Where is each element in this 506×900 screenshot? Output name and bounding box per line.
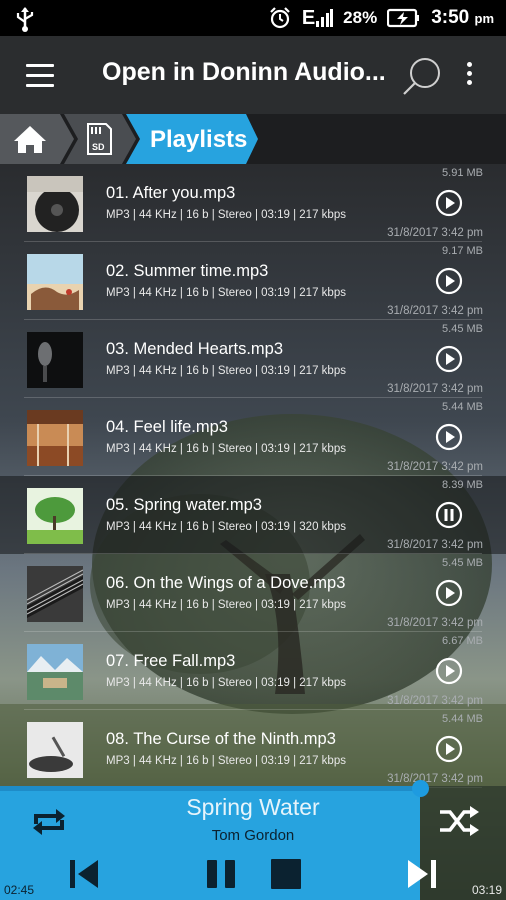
album-art: [27, 332, 83, 388]
total-time: 03:19: [471, 883, 502, 897]
track-meta: MP3 | 44 KHz | 16 b | Stereo | 03:19 | 2…: [106, 365, 346, 377]
next-icon[interactable]: [406, 858, 438, 890]
album-art: [27, 488, 83, 544]
network-type: E: [301, 6, 316, 29]
track-date: 31/8/2017 3:42 pm: [387, 383, 483, 395]
play-track-icon[interactable]: [435, 189, 463, 222]
search-icon[interactable]: [402, 56, 442, 96]
app-bar: Open in Doninn Audio...: [0, 36, 506, 114]
track-name: 08. The Curse of the Ninth.mp3: [106, 730, 336, 748]
track-date: 31/8/2017 3:42 pm: [387, 461, 483, 473]
track-name: 05. Spring water.mp3: [106, 496, 262, 514]
track-date: 31/8/2017 3:42 pm: [387, 617, 483, 629]
previous-icon[interactable]: [68, 858, 100, 890]
usb-icon: [16, 7, 34, 32]
now-playing-title: Spring Water: [186, 794, 320, 820]
track-name: 07. Free Fall.mp3: [106, 652, 236, 670]
track-name: 02. Summer time.mp3: [106, 262, 269, 280]
play-track-icon[interactable]: [435, 423, 463, 456]
track-date: 31/8/2017 3:42 pm: [387, 539, 483, 551]
album-art: [27, 566, 83, 622]
breadcrumb: SD Playlists: [0, 114, 506, 164]
track-meta: MP3 | 44 KHz | 16 b | Stereo | 03:19 | 2…: [106, 287, 346, 299]
stop-icon[interactable]: [270, 858, 302, 890]
track-name: 03. Mended Hearts.mp3: [106, 340, 284, 358]
album-art: [27, 254, 83, 310]
track-date: 31/8/2017 3:42 pm: [387, 773, 483, 785]
pause-track-icon[interactable]: [435, 501, 463, 534]
now-playing-artist: Tom Gordon: [211, 827, 295, 844]
track-row[interactable]: 02. Summer time.mp3 MP3 | 44 KHz | 16 b |…: [0, 242, 506, 320]
play-track-icon[interactable]: [435, 345, 463, 378]
play-track-icon[interactable]: [435, 657, 463, 690]
seek-bar[interactable]: [0, 786, 420, 791]
track-size: 5.44 MB: [442, 713, 483, 725]
track-row[interactable]: 01. After you.mp3 MP3 | 44 KHz | 16 b | S…: [0, 164, 506, 242]
menu-icon[interactable]: [26, 64, 54, 87]
pause-icon[interactable]: [205, 858, 237, 890]
track-date: 31/8/2017 3:42 pm: [387, 227, 483, 239]
album-art: [27, 410, 83, 466]
clock: 3:50 pm: [431, 7, 494, 28]
track-size: 9.17 MB: [442, 245, 483, 257]
track-size: 5.45 MB: [442, 557, 483, 569]
signal-icon: [316, 9, 334, 27]
alarm-icon: [270, 7, 290, 29]
track-meta: MP3 | 44 KHz | 16 b | Stereo | 03:19 | 2…: [106, 599, 346, 611]
album-art: [27, 644, 83, 700]
more-options-icon[interactable]: [466, 62, 474, 89]
track-size: 5.45 MB: [442, 323, 483, 335]
track-row[interactable]: 07. Free Fall.mp3 MP3 | 44 KHz | 16 b | S…: [0, 632, 506, 710]
battery-charging-icon: [387, 8, 420, 28]
track-size: 6.67 MB: [442, 635, 483, 647]
track-row[interactable]: 08. The Curse of the Ninth.mp3 MP3 | 44 K…: [0, 710, 506, 788]
app-title: Open in Doninn Audio...: [102, 58, 386, 86]
track-size: 5.44 MB: [442, 401, 483, 413]
now-playing-bar: Spring Water Tom Gordon 02:45 03:19: [0, 780, 506, 900]
track-meta: MP3 | 44 KHz | 16 b | Stereo | 03:19 | 2…: [106, 209, 346, 221]
track-meta: MP3 | 44 KHz | 16 b | Stereo | 03:19 | 3…: [106, 521, 346, 533]
track-row[interactable]: 06. On the Wings of a Dove.mp3 MP3 | 44 K…: [0, 554, 506, 632]
track-date: 31/8/2017 3:42 pm: [387, 695, 483, 707]
breadcrumb-label: Playlists: [150, 126, 248, 153]
track-name: 04. Feel life.mp3: [106, 418, 228, 436]
track-row[interactable]: 03. Mended Hearts.mp3 MP3 | 44 KHz | 16 b…: [0, 320, 506, 398]
status-bar: E 28% 3:50 pm: [0, 0, 506, 36]
shuffle-icon[interactable]: [438, 806, 480, 836]
battery-percent: 28%: [343, 8, 378, 27]
elapsed-time: 02:45: [4, 883, 35, 897]
album-art: [27, 176, 83, 232]
track-date: 31/8/2017 3:42 pm: [387, 305, 483, 317]
track-meta: MP3 | 44 KHz | 16 b | Stereo | 03:19 | 2…: [106, 677, 346, 689]
track-name: 01. After you.mp3: [106, 184, 236, 202]
play-track-icon[interactable]: [435, 267, 463, 300]
play-track-icon[interactable]: [435, 735, 463, 768]
track-name: 06. On the Wings of a Dove.mp3: [106, 574, 346, 592]
track-size: 5.91 MB: [442, 167, 483, 179]
track-row[interactable]: 04. Feel life.mp3 MP3 | 44 KHz | 16 b | S…: [0, 398, 506, 476]
play-track-icon[interactable]: [435, 579, 463, 612]
track-size: 8.39 MB: [442, 479, 483, 491]
breadcrumb-sd[interactable]: [64, 114, 136, 164]
track-meta: MP3 | 44 KHz | 16 b | Stereo | 03:19 | 2…: [106, 443, 346, 455]
album-art: [27, 722, 83, 778]
track-row[interactable]: 05. Spring water.mp3 MP3 | 44 KHz | 16 b …: [0, 476, 506, 554]
track-meta: MP3 | 44 KHz | 16 b | Stereo | 03:19 | 2…: [106, 755, 346, 767]
svg-text:SD: SD: [92, 142, 105, 152]
